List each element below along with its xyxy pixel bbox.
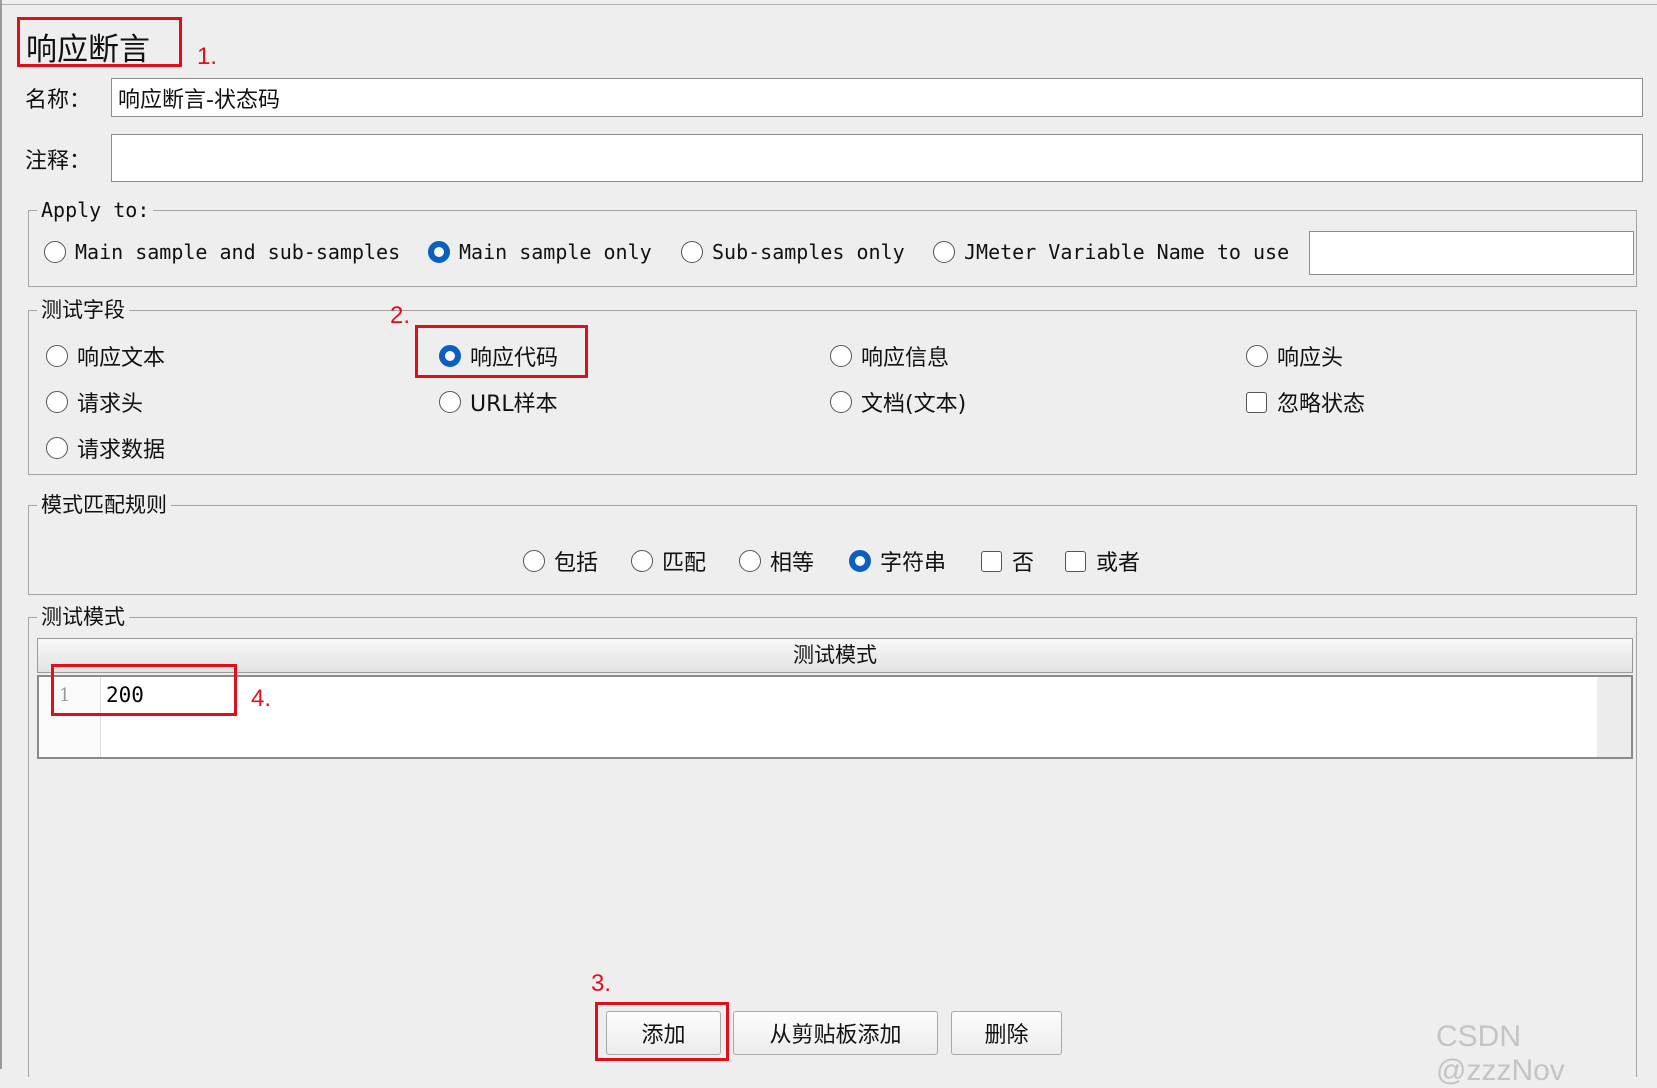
add-from-clipboard-button[interactable]: 从剪贴板添加 bbox=[733, 1011, 938, 1055]
radio-off-icon bbox=[46, 391, 68, 413]
match-rules-group: 模式匹配规则 bbox=[28, 492, 1637, 595]
annotation-number-3: 3. bbox=[591, 970, 612, 997]
apply-main-only-label: Main sample only bbox=[459, 240, 652, 264]
apply-main-and-sub-radio[interactable]: Main sample and sub-samples bbox=[44, 240, 400, 264]
annotation-number-2: 2. bbox=[390, 302, 411, 329]
field-response-message-radio[interactable]: 响应信息 bbox=[830, 340, 949, 372]
checkbox-unchecked-icon bbox=[1246, 391, 1267, 413]
radio-off-icon bbox=[46, 345, 68, 367]
annotation-number-1: 1. bbox=[197, 43, 218, 70]
patterns-table[interactable]: 1 200 bbox=[37, 675, 1633, 759]
rule-substring-label: 字符串 bbox=[880, 551, 947, 576]
rule-contains-label: 包括 bbox=[554, 551, 599, 576]
field-response-text-radio[interactable]: 响应文本 bbox=[46, 340, 165, 372]
apply-main-and-sub-label: Main sample and sub-samples bbox=[75, 240, 401, 264]
field-response-message-label: 响应信息 bbox=[861, 346, 950, 371]
apply-sub-only-label: Sub-samples only bbox=[712, 240, 905, 264]
rule-not-checkbox[interactable]: 否 bbox=[981, 545, 1034, 577]
name-input[interactable] bbox=[111, 78, 1643, 117]
checkbox-unchecked-icon bbox=[981, 550, 1002, 572]
field-url-sampled-label: URL样本 bbox=[470, 392, 558, 417]
match-rules-legend: 模式匹配规则 bbox=[37, 492, 171, 518]
annotation-box-1 bbox=[17, 17, 182, 67]
rule-matches-label: 匹配 bbox=[662, 551, 707, 576]
table-scroll-strip bbox=[1597, 677, 1631, 757]
apply-main-only-radio[interactable]: Main sample only bbox=[428, 240, 652, 264]
delete-button[interactable]: 删除 bbox=[951, 1011, 1062, 1055]
radio-off-icon bbox=[631, 550, 653, 572]
radio-off-icon bbox=[523, 550, 545, 572]
field-document-text-label: 文档(文本) bbox=[861, 392, 967, 417]
radio-off-icon bbox=[933, 241, 955, 263]
annotation-box-2 bbox=[415, 325, 588, 378]
comment-input[interactable] bbox=[111, 134, 1643, 182]
rule-contains-radio[interactable]: 包括 bbox=[523, 545, 598, 577]
patterns-legend: 测试模式 bbox=[37, 604, 129, 630]
rule-not-label: 否 bbox=[1012, 551, 1035, 576]
field-response-headers-radio[interactable]: 响应头 bbox=[1246, 340, 1343, 372]
field-request-headers-radio[interactable]: 请求头 bbox=[46, 386, 143, 418]
radio-off-icon bbox=[681, 241, 703, 263]
radio-off-icon bbox=[830, 345, 852, 367]
radio-on-icon bbox=[428, 241, 450, 263]
watermark: CSDN @zzzNov bbox=[1436, 1020, 1565, 1087]
annotation-box-4 bbox=[51, 664, 237, 716]
rule-equals-label: 相等 bbox=[770, 551, 815, 576]
rule-or-label: 或者 bbox=[1096, 551, 1141, 576]
ignore-status-label: 忽略状态 bbox=[1277, 392, 1366, 417]
field-url-sampled-radio[interactable]: URL样本 bbox=[439, 386, 558, 418]
field-request-data-radio[interactable]: 请求数据 bbox=[46, 432, 165, 464]
radio-off-icon bbox=[1246, 345, 1268, 367]
jmeter-variable-input[interactable] bbox=[1309, 231, 1634, 275]
radio-off-icon bbox=[44, 241, 66, 263]
test-field-legend: 测试字段 bbox=[37, 297, 129, 323]
apply-jmeter-var-label: JMeter Variable Name to use bbox=[964, 240, 1290, 264]
apply-jmeter-var-radio[interactable]: JMeter Variable Name to use bbox=[933, 240, 1289, 264]
rule-matches-radio[interactable]: 匹配 bbox=[631, 545, 706, 577]
field-request-data-label: 请求数据 bbox=[77, 438, 166, 463]
patterns-column-header[interactable]: 测试模式 bbox=[37, 638, 1633, 673]
checkbox-unchecked-icon bbox=[1065, 550, 1086, 572]
comment-label: 注释： bbox=[25, 149, 92, 174]
rule-substring-radio[interactable]: 字符串 bbox=[849, 545, 946, 577]
window-top-border bbox=[0, 4, 1657, 5]
radio-off-icon bbox=[46, 437, 68, 459]
field-document-text-radio[interactable]: 文档(文本) bbox=[830, 386, 966, 418]
radio-on-icon bbox=[849, 550, 871, 572]
rule-equals-radio[interactable]: 相等 bbox=[739, 545, 814, 577]
apply-sub-only-radio[interactable]: Sub-samples only bbox=[681, 240, 905, 264]
rule-or-checkbox[interactable]: 或者 bbox=[1065, 545, 1140, 577]
radio-off-icon bbox=[830, 391, 852, 413]
radio-off-icon bbox=[739, 550, 761, 572]
name-label: 名称： bbox=[25, 88, 92, 113]
window-left-border bbox=[0, 0, 2, 1069]
annotation-number-4: 4. bbox=[251, 685, 272, 712]
field-request-headers-label: 请求头 bbox=[77, 392, 144, 417]
annotation-box-3 bbox=[595, 1002, 729, 1061]
radio-off-icon bbox=[439, 391, 461, 413]
ignore-status-checkbox[interactable]: 忽略状态 bbox=[1246, 386, 1365, 418]
apply-to-legend: Apply to: bbox=[37, 197, 154, 223]
field-response-text-label: 响应文本 bbox=[77, 346, 166, 371]
field-response-headers-label: 响应头 bbox=[1277, 346, 1344, 371]
